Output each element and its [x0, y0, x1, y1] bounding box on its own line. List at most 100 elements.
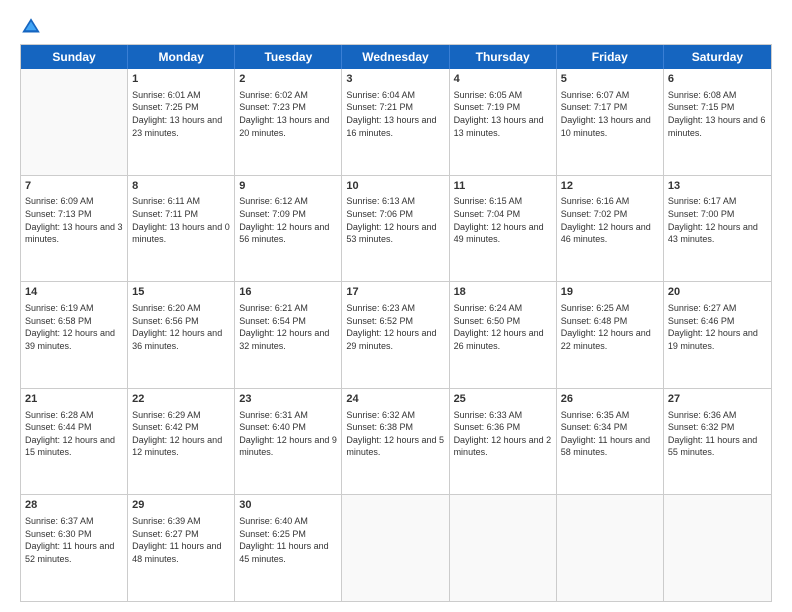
cell-info: Sunrise: 6:32 AMSunset: 6:38 PMDaylight:… — [346, 409, 444, 459]
calendar-cell: 7Sunrise: 6:09 AMSunset: 7:13 PMDaylight… — [21, 176, 128, 282]
day-number: 14 — [25, 285, 123, 300]
cell-info: Sunrise: 6:07 AMSunset: 7:17 PMDaylight:… — [561, 89, 659, 139]
day-number: 20 — [668, 285, 767, 300]
calendar-week-3: 14Sunrise: 6:19 AMSunset: 6:58 PMDayligh… — [21, 281, 771, 388]
logo — [20, 16, 46, 38]
cell-info: Sunrise: 6:09 AMSunset: 7:13 PMDaylight:… — [25, 195, 123, 245]
calendar-cell — [21, 69, 128, 175]
header-day-tuesday: Tuesday — [235, 45, 342, 69]
cell-info: Sunrise: 6:16 AMSunset: 7:02 PMDaylight:… — [561, 195, 659, 245]
calendar-cell: 15Sunrise: 6:20 AMSunset: 6:56 PMDayligh… — [128, 282, 235, 388]
cell-info: Sunrise: 6:29 AMSunset: 6:42 PMDaylight:… — [132, 409, 230, 459]
day-number: 23 — [239, 392, 337, 407]
calendar-cell: 22 Sunrise: 6:29 AMSunset: 6:42 PMDayligh… — [128, 389, 235, 495]
day-number: 2 — [239, 72, 337, 87]
day-number: 17 — [346, 285, 444, 300]
day-number: 11 — [454, 179, 552, 194]
calendar-cell: 30 Sunrise: 6:40 AMSunset: 6:25 PMDayligh… — [235, 495, 342, 601]
cell-info: Sunrise: 6:36 AMSunset: 6:32 PMDaylight:… — [668, 409, 767, 459]
calendar-cell: 13Sunrise: 6:17 AMSunset: 7:00 PMDayligh… — [664, 176, 771, 282]
day-number: 28 — [25, 498, 123, 513]
calendar-body: 1Sunrise: 6:01 AMSunset: 7:25 PMDaylight… — [21, 69, 771, 601]
cell-info: Sunrise: 6:12 AMSunset: 7:09 PMDaylight:… — [239, 195, 337, 245]
calendar-cell: 27 Sunrise: 6:36 AMSunset: 6:32 PMDayligh… — [664, 389, 771, 495]
calendar-cell: 19 Sunrise: 6:25 AMSunset: 6:48 PMDayligh… — [557, 282, 664, 388]
day-number: 8 — [132, 179, 230, 194]
cell-info: Sunrise: 6:21 AMSunset: 6:54 PMDaylight:… — [239, 302, 337, 352]
calendar-cell: 1Sunrise: 6:01 AMSunset: 7:25 PMDaylight… — [128, 69, 235, 175]
cell-info: Sunrise: 6:01 AMSunset: 7:25 PMDaylight:… — [132, 89, 230, 139]
header-day-wednesday: Wednesday — [342, 45, 449, 69]
cell-info: Sunrise: 6:31 AMSunset: 6:40 PMDaylight:… — [239, 409, 337, 459]
day-number: 25 — [454, 392, 552, 407]
calendar-cell: 12Sunrise: 6:16 AMSunset: 7:02 PMDayligh… — [557, 176, 664, 282]
day-number: 5 — [561, 72, 659, 87]
calendar-cell: 24 Sunrise: 6:32 AMSunset: 6:38 PMDayligh… — [342, 389, 449, 495]
calendar-cell: 11Sunrise: 6:15 AMSunset: 7:04 PMDayligh… — [450, 176, 557, 282]
day-number: 21 — [25, 392, 123, 407]
calendar-cell: 16 Sunrise: 6:21 AMSunset: 6:54 PMDayligh… — [235, 282, 342, 388]
day-number: 29 — [132, 498, 230, 513]
calendar-header: SundayMondayTuesdayWednesdayThursdayFrid… — [21, 45, 771, 69]
day-number: 22 — [132, 392, 230, 407]
calendar-cell: 5 Sunrise: 6:07 AMSunset: 7:17 PMDaylight… — [557, 69, 664, 175]
calendar-cell: 18 Sunrise: 6:24 AMSunset: 6:50 PMDayligh… — [450, 282, 557, 388]
calendar-cell — [557, 495, 664, 601]
calendar-cell: 14Sunrise: 6:19 AMSunset: 6:58 PMDayligh… — [21, 282, 128, 388]
day-number: 6 — [668, 72, 767, 87]
header-day-sunday: Sunday — [21, 45, 128, 69]
calendar-cell: 10Sunrise: 6:13 AMSunset: 7:06 PMDayligh… — [342, 176, 449, 282]
day-number: 26 — [561, 392, 659, 407]
day-number: 30 — [239, 498, 337, 513]
calendar-cell: 9Sunrise: 6:12 AMSunset: 7:09 PMDaylight… — [235, 176, 342, 282]
cell-info: Sunrise: 6:27 AMSunset: 6:46 PMDaylight:… — [668, 302, 767, 352]
cell-info: Sunrise: 6:17 AMSunset: 7:00 PMDaylight:… — [668, 195, 767, 245]
day-number: 3 — [346, 72, 444, 87]
logo-icon — [20, 16, 42, 38]
cell-info: Sunrise: 6:40 AMSunset: 6:25 PMDaylight:… — [239, 515, 337, 565]
cell-info: Sunrise: 6:08 AMSunset: 7:15 PMDaylight:… — [668, 89, 767, 139]
calendar-cell: 2 Sunrise: 6:02 AMSunset: 7:23 PMDaylight… — [235, 69, 342, 175]
calendar-cell — [342, 495, 449, 601]
day-number: 4 — [454, 72, 552, 87]
calendar-cell — [664, 495, 771, 601]
calendar-cell: 17 Sunrise: 6:23 AMSunset: 6:52 PMDayligh… — [342, 282, 449, 388]
header-day-thursday: Thursday — [450, 45, 557, 69]
calendar-cell: 4 Sunrise: 6:05 AMSunset: 7:19 PMDaylight… — [450, 69, 557, 175]
calendar-cell: 21 Sunrise: 6:28 AMSunset: 6:44 PMDayligh… — [21, 389, 128, 495]
calendar-cell: 25Sunrise: 6:33 AMSunset: 6:36 PMDayligh… — [450, 389, 557, 495]
calendar-cell: 20 Sunrise: 6:27 AMSunset: 6:46 PMDayligh… — [664, 282, 771, 388]
day-number: 7 — [25, 179, 123, 194]
calendar-cell — [450, 495, 557, 601]
cell-info: Sunrise: 6:15 AMSunset: 7:04 PMDaylight:… — [454, 195, 552, 245]
cell-info: Sunrise: 6:05 AMSunset: 7:19 PMDaylight:… — [454, 89, 552, 139]
cell-info: Sunrise: 6:37 AMSunset: 6:30 PMDaylight:… — [25, 515, 123, 565]
day-number: 18 — [454, 285, 552, 300]
calendar-cell: 29Sunrise: 6:39 AMSunset: 6:27 PMDayligh… — [128, 495, 235, 601]
calendar-week-4: 21 Sunrise: 6:28 AMSunset: 6:44 PMDayligh… — [21, 388, 771, 495]
calendar-cell: 26 Sunrise: 6:35 AMSunset: 6:34 PMDayligh… — [557, 389, 664, 495]
cell-info: Sunrise: 6:11 AMSunset: 7:11 PMDaylight:… — [132, 195, 230, 245]
calendar-cell: 3Sunrise: 6:04 AMSunset: 7:21 PMDaylight… — [342, 69, 449, 175]
cell-info: Sunrise: 6:25 AMSunset: 6:48 PMDaylight:… — [561, 302, 659, 352]
day-number: 27 — [668, 392, 767, 407]
calendar-cell: 8Sunrise: 6:11 AMSunset: 7:11 PMDaylight… — [128, 176, 235, 282]
day-number: 10 — [346, 179, 444, 194]
calendar-cell: 6 Sunrise: 6:08 AMSunset: 7:15 PMDaylight… — [664, 69, 771, 175]
cell-info: Sunrise: 6:23 AMSunset: 6:52 PMDaylight:… — [346, 302, 444, 352]
cell-info: Sunrise: 6:02 AMSunset: 7:23 PMDaylight:… — [239, 89, 337, 139]
day-number: 24 — [346, 392, 444, 407]
day-number: 19 — [561, 285, 659, 300]
header-day-friday: Friday — [557, 45, 664, 69]
calendar-week-5: 28 Sunrise: 6:37 AMSunset: 6:30 PMDayligh… — [21, 494, 771, 601]
calendar-week-1: 1Sunrise: 6:01 AMSunset: 7:25 PMDaylight… — [21, 69, 771, 175]
day-number: 16 — [239, 285, 337, 300]
cell-info: Sunrise: 6:28 AMSunset: 6:44 PMDaylight:… — [25, 409, 123, 459]
calendar-week-2: 7Sunrise: 6:09 AMSunset: 7:13 PMDaylight… — [21, 175, 771, 282]
day-number: 15 — [132, 285, 230, 300]
cell-info: Sunrise: 6:24 AMSunset: 6:50 PMDaylight:… — [454, 302, 552, 352]
cell-info: Sunrise: 6:13 AMSunset: 7:06 PMDaylight:… — [346, 195, 444, 245]
day-number: 12 — [561, 179, 659, 194]
header-day-monday: Monday — [128, 45, 235, 69]
cell-info: Sunrise: 6:35 AMSunset: 6:34 PMDaylight:… — [561, 409, 659, 459]
